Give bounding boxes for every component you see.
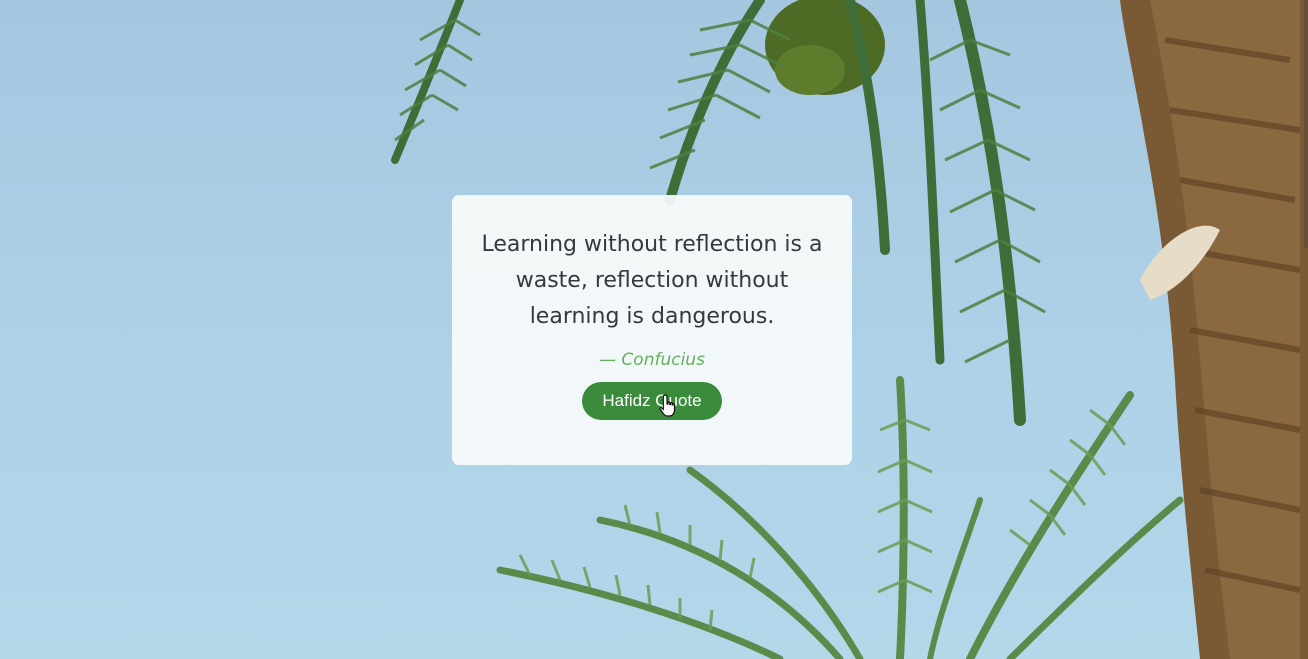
quote-author: — Confucius — [599, 350, 705, 370]
quote-text: Learning without reflection is a waste, … — [481, 232, 823, 329]
new-quote-button[interactable]: Hafidz Quote — [582, 382, 722, 420]
scrollbar[interactable] — [1304, 0, 1308, 248]
quote-card: Learning without reflection is a waste, … — [452, 195, 852, 465]
